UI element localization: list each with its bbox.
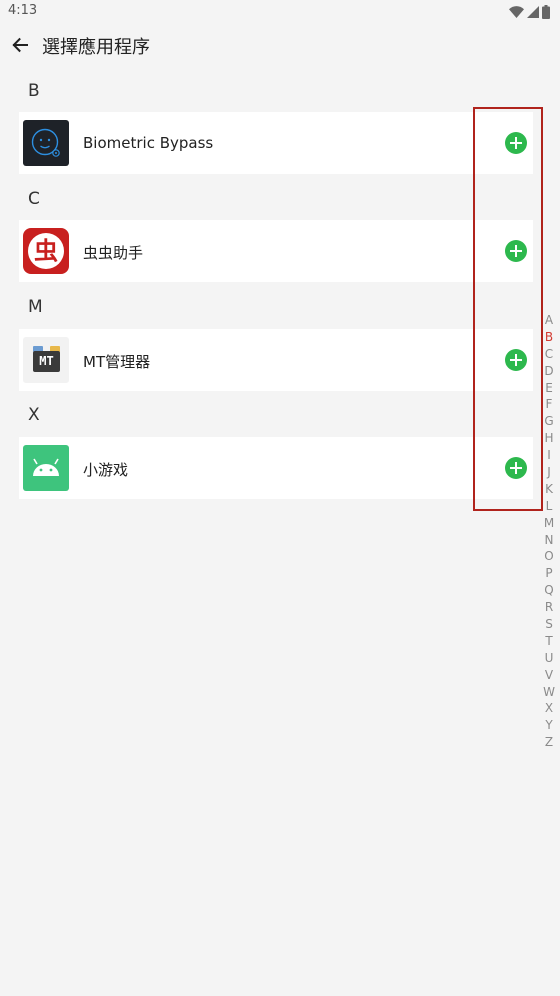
section-header-b: B <box>28 81 40 101</box>
alphabet-index-bar[interactable]: ABCDEFGHIJKLMNOPQRSTUVWXYZ <box>540 312 558 751</box>
signal-icon <box>527 6 539 18</box>
index-letter-o[interactable]: O <box>540 548 558 565</box>
mt-manager-icon: MT <box>23 337 69 383</box>
section-header-c: C <box>28 189 40 209</box>
add-button[interactable] <box>505 457 527 479</box>
index-letter-w[interactable]: W <box>540 684 558 701</box>
index-letter-u[interactable]: U <box>540 650 558 667</box>
list-item-chongchong[interactable]: 虫 虫虫助手 <box>19 220 533 282</box>
list-item-mt-manager[interactable]: MT MT管理器 <box>19 329 533 391</box>
index-letter-a[interactable]: A <box>540 312 558 329</box>
face-scan-icon <box>23 120 69 166</box>
section-header-m: M <box>28 297 43 317</box>
toolbar: 選擇應用程序 <box>0 24 560 66</box>
app-name: Biometric Bypass <box>83 134 214 152</box>
battery-icon <box>542 5 550 19</box>
chongchong-glyph: 虫 <box>28 233 64 269</box>
index-letter-e[interactable]: E <box>540 380 558 397</box>
index-letter-j[interactable]: J <box>540 464 558 481</box>
index-letter-r[interactable]: R <box>540 599 558 616</box>
add-button[interactable] <box>505 132 527 154</box>
app-name: 小游戏 <box>83 461 129 479</box>
chongchong-icon: 虫 <box>23 228 69 274</box>
add-button[interactable] <box>505 240 527 262</box>
index-letter-v[interactable]: V <box>540 667 558 684</box>
status-bar: 4:13 <box>0 0 560 24</box>
index-letter-t[interactable]: T <box>540 633 558 650</box>
index-letter-p[interactable]: P <box>540 565 558 582</box>
index-letter-k[interactable]: K <box>540 481 558 498</box>
list-item-xiaoyouxi[interactable]: 小游戏 <box>19 437 533 499</box>
index-letter-x[interactable]: X <box>540 700 558 717</box>
index-letter-z[interactable]: Z <box>540 734 558 751</box>
index-letter-b[interactable]: B <box>540 329 558 346</box>
index-letter-s[interactable]: S <box>540 616 558 633</box>
index-letter-n[interactable]: N <box>540 532 558 549</box>
status-time: 4:13 <box>8 3 38 18</box>
index-letter-d[interactable]: D <box>540 363 558 380</box>
section-header-x: X <box>28 405 40 425</box>
index-letter-q[interactable]: Q <box>540 582 558 599</box>
index-letter-h[interactable]: H <box>540 430 558 447</box>
index-letter-g[interactable]: G <box>540 413 558 430</box>
list-item-biometric-bypass[interactable]: Biometric Bypass <box>19 112 533 174</box>
android-icon <box>23 445 69 491</box>
back-button[interactable] <box>6 31 34 59</box>
index-letter-i[interactable]: I <box>540 447 558 464</box>
app-name: 虫虫助手 <box>83 244 144 262</box>
mt-manager-label: MT <box>33 351 60 372</box>
wifi-icon <box>509 6 524 18</box>
page-title: 選擇應用程序 <box>42 37 150 58</box>
index-letter-y[interactable]: Y <box>540 717 558 734</box>
add-button[interactable] <box>505 349 527 371</box>
arrow-back-icon <box>12 37 28 53</box>
index-letter-m[interactable]: M <box>540 515 558 532</box>
status-icons <box>509 4 550 20</box>
index-letter-c[interactable]: C <box>540 346 558 363</box>
index-letter-f[interactable]: F <box>540 396 558 413</box>
app-name: MT管理器 <box>83 353 151 371</box>
index-letter-l[interactable]: L <box>540 498 558 515</box>
